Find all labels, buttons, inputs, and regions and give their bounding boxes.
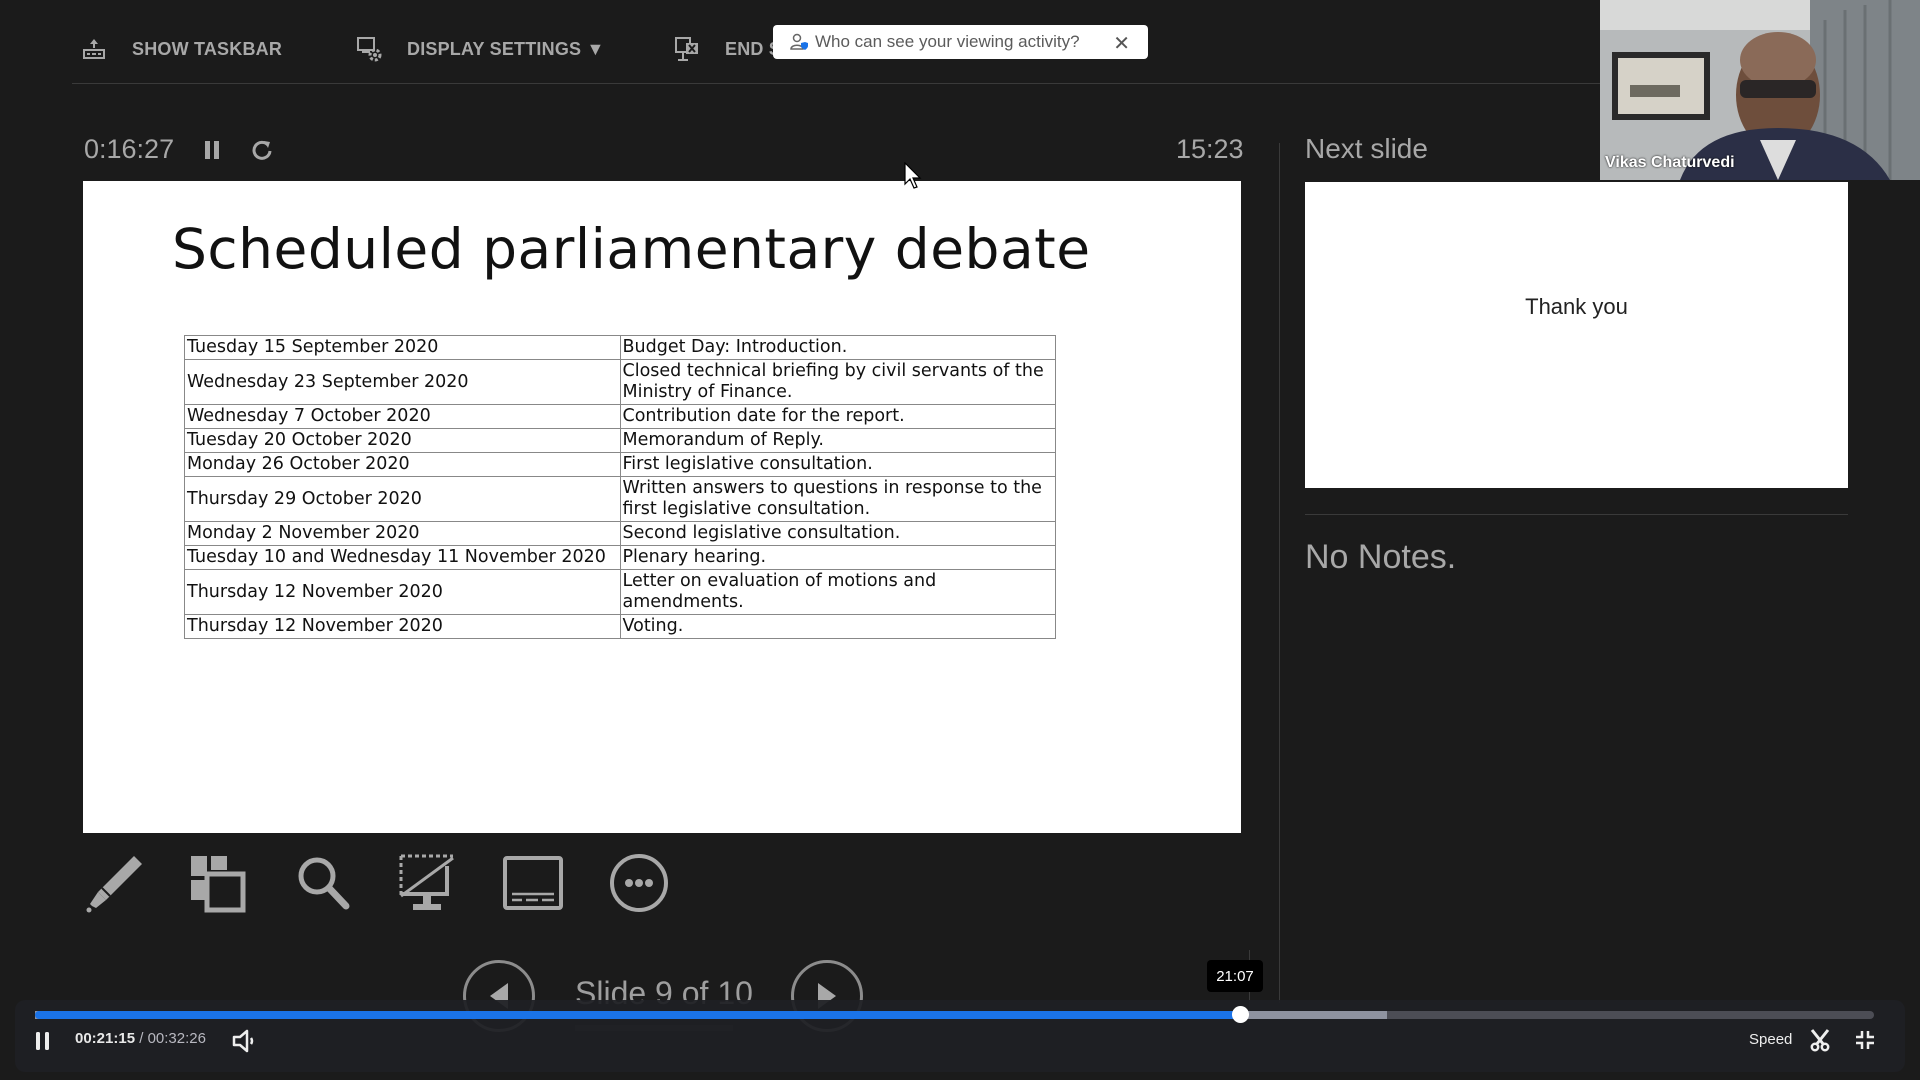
toolbar-divider bbox=[72, 83, 1600, 84]
table-row: Wednesday 23 September 2020 Closed techni… bbox=[184, 359, 1056, 405]
participant-name: Vikas Chaturvedi bbox=[1605, 154, 1735, 171]
table-row: Monday 2 November 2020 Second legislative… bbox=[184, 521, 1056, 546]
end-show-icon bbox=[673, 35, 701, 63]
scissors-icon bbox=[1810, 1029, 1830, 1052]
table-row: Tuesday 20 October 2020 Memorandum of Rep… bbox=[184, 428, 1056, 453]
more-options-icon bbox=[610, 854, 668, 912]
event-cell: Closed technical briefing by civil serva… bbox=[619, 359, 1056, 405]
show-taskbar-button[interactable]: SHOW TASKBAR bbox=[80, 34, 282, 64]
speed-button[interactable]: Speed bbox=[1749, 1031, 1792, 1048]
date-cell: Tuesday 15 September 2020 bbox=[184, 335, 621, 360]
mouse-cursor-icon bbox=[904, 162, 922, 189]
time-separator: / bbox=[135, 1030, 148, 1047]
black-screen-icon bbox=[399, 854, 454, 910]
table-row: Wednesday 7 October 2020 Contribution dat… bbox=[184, 404, 1056, 429]
table-row: Tuesday 10 and Wednesday 11 November 202… bbox=[184, 545, 1056, 570]
exit-fullscreen-button[interactable] bbox=[1853, 1028, 1877, 1052]
black-screen-button[interactable] bbox=[395, 850, 461, 916]
date-cell: Monday 26 October 2020 bbox=[184, 452, 621, 477]
date-cell: Monday 2 November 2020 bbox=[184, 521, 621, 546]
date-cell: Wednesday 7 October 2020 bbox=[184, 404, 621, 429]
total-time: 00:32:26 bbox=[147, 1030, 206, 1047]
progress-played bbox=[35, 1011, 1240, 1019]
person-shield-icon bbox=[789, 32, 809, 52]
event-cell: Written answers to questions in response… bbox=[619, 476, 1056, 522]
subtitles-icon bbox=[503, 856, 563, 910]
display-settings-button[interactable]: DISPLAY SETTINGS ▼ bbox=[355, 34, 604, 64]
current-time: 00:21:15 bbox=[75, 1030, 136, 1047]
pause-timer-icon[interactable] bbox=[200, 138, 224, 162]
taskbar-icon bbox=[80, 35, 108, 63]
volume-button[interactable] bbox=[232, 1028, 260, 1054]
progress-handle[interactable] bbox=[1231, 1006, 1249, 1023]
pause-icon bbox=[36, 1032, 49, 1050]
event-cell: Second legislative consultation. bbox=[619, 521, 1056, 546]
hover-time-tooltip: 21:07 bbox=[1207, 960, 1263, 992]
privacy-popup-text[interactable]: Who can see your viewing activity? bbox=[815, 32, 1080, 52]
speaker-notes: No Notes. bbox=[1305, 538, 1457, 576]
event-cell: Plenary hearing. bbox=[619, 545, 1056, 570]
zoom-icon bbox=[298, 857, 350, 910]
event-cell: Memorandum of Reply. bbox=[619, 428, 1056, 453]
table-row: Tuesday 15 September 2020 Budget Day: Int… bbox=[184, 335, 1056, 360]
display-settings-icon bbox=[355, 35, 383, 63]
current-slide[interactable]: Scheduled parliamentary debate Tuesday 1… bbox=[83, 181, 1241, 833]
pen-icon bbox=[86, 856, 142, 913]
zoom-slide-button[interactable] bbox=[290, 850, 356, 916]
speaker-icon bbox=[232, 1029, 254, 1053]
date-cell: Thursday 29 October 2020 bbox=[184, 476, 621, 522]
pane-divider[interactable] bbox=[1279, 143, 1280, 1003]
date-cell: Thursday 12 November 2020 bbox=[184, 569, 621, 615]
event-cell: Budget Day: Introduction. bbox=[619, 335, 1056, 360]
see-all-slides-button[interactable] bbox=[185, 850, 251, 916]
event-cell: Contribution date for the report. bbox=[619, 404, 1056, 429]
video-feed-image bbox=[1600, 0, 1920, 180]
end-slideshow-button[interactable]: END S bbox=[673, 34, 781, 64]
notes-divider[interactable] bbox=[1305, 514, 1848, 515]
date-cell: Tuesday 20 October 2020 bbox=[184, 428, 621, 453]
subtitles-button[interactable] bbox=[500, 850, 566, 916]
participant-video: Vikas Chaturvedi bbox=[1600, 0, 1920, 180]
clip-button[interactable] bbox=[1808, 1028, 1832, 1052]
date-cell: Tuesday 10 and Wednesday 11 November 202… bbox=[184, 545, 621, 570]
table-row: Thursday 12 November 2020 Voting. bbox=[184, 614, 1056, 639]
slide-title: Scheduled parliamentary debate bbox=[172, 217, 1091, 281]
event-cell: First legislative consultation. bbox=[619, 452, 1056, 477]
event-cell: Letter on evaluation of motions and amen… bbox=[619, 569, 1056, 615]
close-icon[interactable]: ✕ bbox=[1113, 31, 1130, 56]
more-options-button[interactable] bbox=[606, 850, 672, 916]
next-slide-label: Next slide bbox=[1305, 133, 1428, 164]
playback-time: 00:21:15 / 00:32:26 bbox=[75, 1030, 206, 1047]
clock: 15:23 bbox=[1176, 134, 1244, 164]
exit-fullscreen-icon bbox=[1856, 1031, 1874, 1049]
see-all-slides-icon bbox=[191, 856, 246, 913]
pen-tool-button[interactable] bbox=[82, 850, 148, 916]
schedule-table: Tuesday 15 September 2020 Budget Day: Int… bbox=[184, 335, 1056, 639]
next-slide-preview[interactable]: Thank you bbox=[1305, 182, 1848, 488]
elapsed-timer: 0:16:27 bbox=[84, 134, 175, 164]
display-settings-label: DISPLAY SETTINGS ▼ bbox=[407, 38, 605, 59]
privacy-popup[interactable]: Who can see your viewing activity? ✕ bbox=[773, 25, 1148, 59]
event-cell: Voting. bbox=[619, 614, 1056, 639]
table-row: Thursday 12 November 2020 Letter on evalu… bbox=[184, 569, 1056, 615]
play-pause-button[interactable] bbox=[33, 1030, 53, 1052]
show-taskbar-label: SHOW TASKBAR bbox=[132, 38, 283, 59]
reset-timer-icon[interactable] bbox=[249, 137, 275, 163]
date-cell: Thursday 12 November 2020 bbox=[184, 614, 621, 639]
next-slide-text: Thank you bbox=[1525, 294, 1628, 319]
table-row: Monday 26 October 2020 First legislative … bbox=[184, 452, 1056, 477]
date-cell: Wednesday 23 September 2020 bbox=[184, 359, 621, 405]
table-row: Thursday 29 October 2020 Written answers … bbox=[184, 476, 1056, 522]
